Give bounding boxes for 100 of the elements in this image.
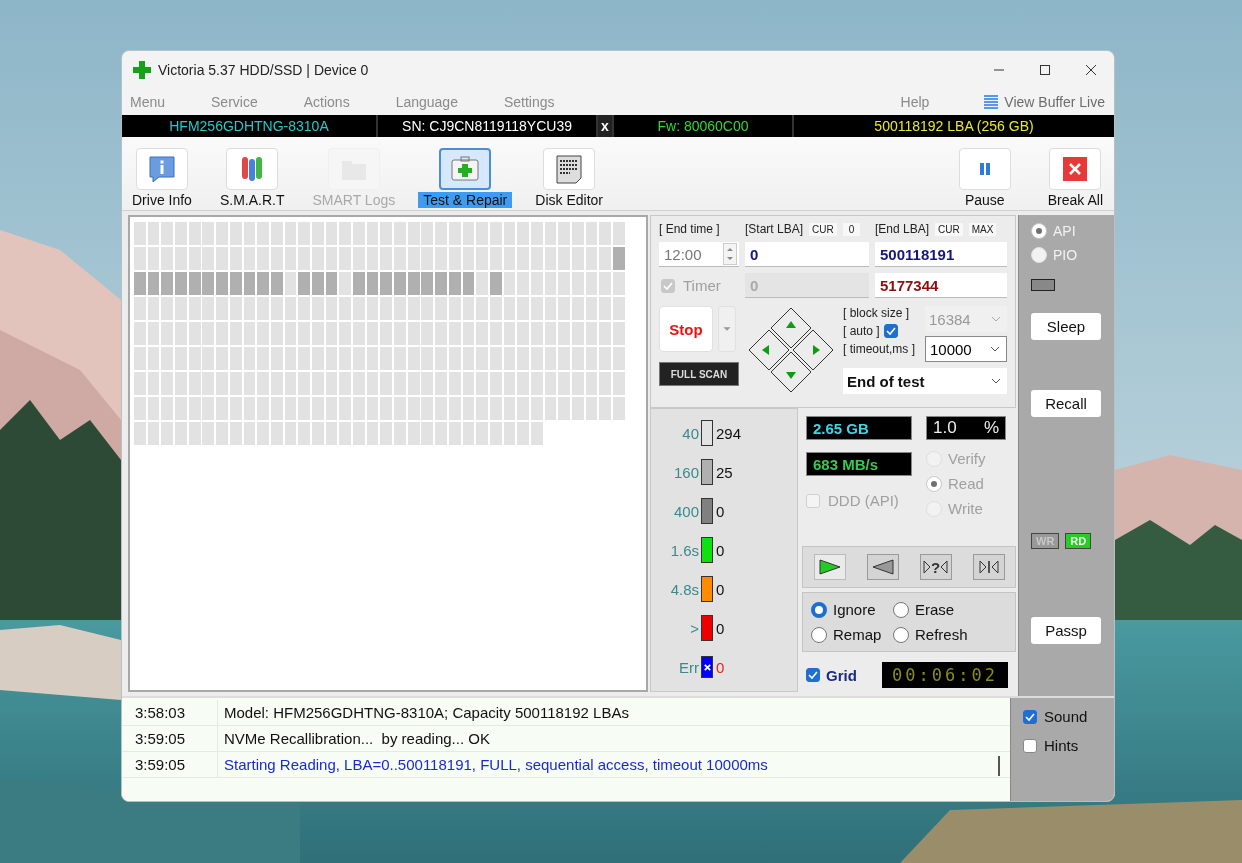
interface-label: PIO [1053, 247, 1078, 263]
ddd-checkbox[interactable] [806, 493, 820, 508]
auto-checkbox[interactable] [883, 324, 898, 338]
repair-mode-label: Erase [915, 601, 955, 618]
random-button[interactable]: ? [919, 554, 952, 580]
position-field: 5177344 [875, 273, 1007, 298]
chevron-down-icon [991, 316, 1001, 322]
stop-button[interactable]: Stop [659, 306, 713, 352]
interface-label: API [1053, 223, 1076, 239]
latency-count: 0 [716, 619, 725, 637]
chevron-down-icon [990, 346, 1000, 352]
down-arrow-button[interactable] [770, 351, 812, 392]
log-message: Starting Reading, LBA=0..500118191, FULL, sequential access, timeout 10000ms [223, 756, 768, 773]
percent-unit: % [983, 418, 999, 438]
list-icon [983, 94, 1000, 110]
mode-label: Read [948, 475, 984, 492]
bytes-done-display: 2.65 GB [806, 416, 912, 440]
cur-button[interactable]: CUR [809, 222, 837, 236]
latency-label: 160 [672, 463, 699, 481]
ddd-label: DDD (API) [828, 492, 899, 509]
cur-button[interactable]: CUR [935, 222, 963, 236]
close-icon[interactable] [1085, 64, 1097, 76]
mode-label: Verify [948, 450, 986, 467]
repair-mode-label: Remap [833, 626, 882, 643]
radio-button[interactable] [811, 626, 827, 643]
recall-button[interactable]: Recall [1031, 390, 1101, 417]
end-action-select[interactable]: End of test [843, 368, 1007, 394]
scroll-indicator [998, 756, 1000, 776]
latency-label: > [689, 619, 699, 637]
toolbar-button[interactable]: Disk Editor [530, 148, 608, 208]
password-button[interactable]: Passp [1031, 617, 1101, 644]
backward-button[interactable] [866, 554, 899, 580]
timer-label: Timer [683, 277, 721, 294]
binary-document-icon [554, 154, 585, 184]
close-drive-button[interactable]: x [598, 115, 614, 137]
log-message: Model: HFM256GDHTNG-8310A; Capacity 500118192 LBAs [223, 704, 629, 721]
latency-label: 40 [681, 424, 699, 442]
plus-icon [132, 60, 152, 80]
window-title: Victoria 5.37 HDD/SSD | Device 0 [158, 62, 369, 78]
log-time: 3:59:05 [122, 752, 218, 777]
left-arrow-button[interactable] [748, 329, 790, 371]
view-buffer-link[interactable]: View Buffer Live [1004, 94, 1105, 110]
radio-button[interactable] [1031, 223, 1047, 239]
info-icon [146, 154, 177, 184]
end-time-field[interactable]: 12:00 [659, 242, 739, 267]
maximize-icon[interactable] [1039, 64, 1051, 76]
latency-label: Err [678, 658, 699, 676]
latency-count: 0 [716, 580, 725, 598]
end-time-label: [ End time ] [659, 222, 721, 236]
drive-capacity: 500118192 LBA (256 GB) [873, 117, 1035, 136]
latency-label: 1.6s [669, 541, 699, 559]
mode-label: Write [948, 500, 983, 517]
chevron-down-icon [991, 378, 1001, 384]
end-lba-field[interactable]: 500118191 [875, 242, 1007, 267]
checkbox[interactable] [1023, 738, 1037, 753]
up-arrow-button[interactable] [770, 307, 812, 349]
grid-label: Grid [826, 666, 858, 684]
radio-button[interactable] [893, 601, 909, 618]
start-lba-field[interactable]: 0 [745, 242, 869, 267]
zero-button[interactable]: 0 [842, 222, 861, 236]
spinner-icon[interactable] [723, 243, 737, 265]
speed-display: 683 MB/s [806, 452, 912, 476]
triangle-right-icon [922, 558, 931, 576]
percent-value: 1.0 [933, 418, 957, 438]
timeout-label: [ timeout,ms ] [843, 342, 917, 356]
triangle-left-icon [940, 558, 949, 576]
forward-button[interactable] [813, 554, 846, 580]
radio-button[interactable] [811, 601, 827, 618]
option-label: Hints [1044, 737, 1079, 754]
right-arrow-button[interactable] [792, 329, 834, 371]
latency-count: 0 [716, 658, 725, 676]
full-scan-button[interactable]: FULL SCAN [659, 362, 739, 386]
auto-label: [ auto ] [843, 324, 880, 338]
timeout-select[interactable]: 10000 [925, 336, 1007, 362]
grid-checkbox[interactable] [806, 668, 820, 682]
block-size-label: [ block size ] [843, 306, 911, 320]
toolbar-button[interactable]: S.M.A.R.T [214, 148, 290, 208]
first-aid-kit-icon [450, 154, 481, 184]
latency-label: 400 [672, 502, 699, 520]
repair-mode-label: Ignore [833, 601, 876, 618]
checkbox[interactable] [1023, 709, 1037, 724]
latency-count: 0 [716, 502, 725, 520]
max-button[interactable]: MAX [968, 222, 997, 236]
radio-button[interactable] [926, 475, 942, 492]
start-lba-label: [Start LBA] [745, 222, 804, 236]
timer-checkbox[interactable] [661, 278, 675, 293]
repair-mode-label: Refresh [915, 626, 968, 643]
latency-count: 294 [716, 424, 742, 442]
timer-field: 0 [745, 273, 869, 298]
butterfly-button[interactable] [972, 554, 1005, 580]
latency-label: 4.8s [669, 580, 699, 598]
log-message: NVMe Recallibration... by reading... OK [223, 730, 490, 747]
toolbar-button[interactable]: Test & Repair [418, 148, 513, 208]
end-lba-label: [End LBA] [875, 222, 930, 236]
radio-button[interactable] [893, 626, 909, 643]
status-indicator [1031, 279, 1055, 291]
log-time: 3:58:03 [122, 700, 218, 725]
latency-count: 0 [716, 541, 725, 559]
sleep-button[interactable]: Sleep [1031, 313, 1101, 340]
log-time: 3:59:05 [122, 726, 218, 751]
